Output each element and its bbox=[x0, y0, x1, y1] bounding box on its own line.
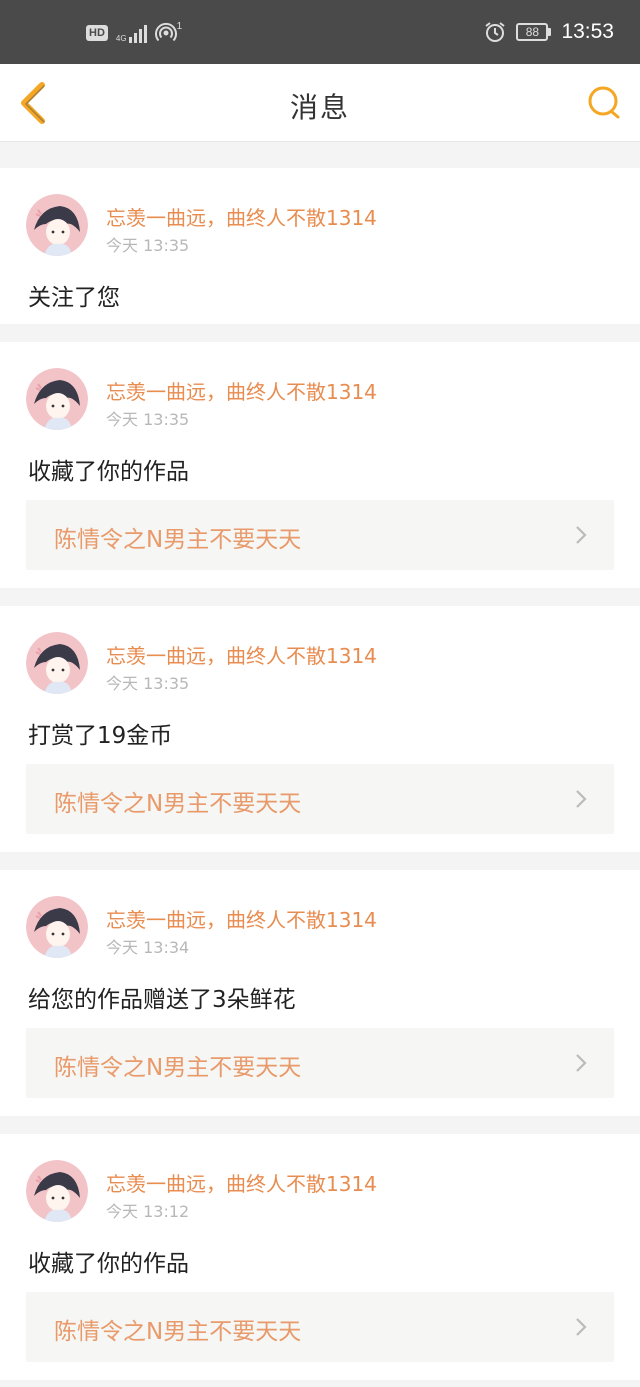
alarm-icon bbox=[485, 22, 506, 42]
status-clock: 13:53 bbox=[561, 20, 614, 43]
work-title: 陈情令之N男主不要天天 bbox=[54, 1319, 302, 1345]
message-card: 忘羡一曲远，曲终人不散1314 今天 13:12 收藏了你的作品 陈情令之N男主… bbox=[0, 1134, 640, 1380]
sender-name[interactable]: 忘羡一曲远，曲终人不散1314 bbox=[106, 1168, 377, 1197]
hd-badge: HD bbox=[86, 25, 108, 41]
chevron-right-icon bbox=[576, 1318, 587, 1336]
search-icon bbox=[588, 86, 620, 119]
message-time: 今天 13:35 bbox=[106, 236, 190, 255]
avatar[interactable] bbox=[26, 194, 88, 256]
message-time: 今天 13:12 bbox=[106, 1202, 190, 1221]
work-title: 陈情令之N男主不要天天 bbox=[54, 1055, 302, 1081]
battery-level: 88 bbox=[516, 23, 549, 41]
nav-header: 消息 bbox=[0, 64, 640, 142]
page-title: 消息 bbox=[289, 91, 350, 124]
hotspot-count: 1 bbox=[176, 20, 183, 32]
message-text: 收藏了你的作品 bbox=[28, 1251, 189, 1277]
avatar[interactable] bbox=[26, 368, 88, 430]
network-type-label: 4G bbox=[115, 34, 127, 43]
avatar[interactable] bbox=[26, 896, 88, 958]
work-link[interactable]: 陈情令之N男主不要天天 bbox=[26, 764, 614, 834]
battery-icon: 88 bbox=[516, 23, 552, 41]
sender-name[interactable]: 忘羡一曲远，曲终人不散1314 bbox=[106, 202, 377, 231]
work-link[interactable]: 陈情令之N男主不要天天 bbox=[26, 1028, 614, 1098]
chevron-right-icon bbox=[576, 790, 587, 808]
work-title: 陈情令之N男主不要天天 bbox=[54, 527, 302, 553]
message-card: 忘羡一曲远，曲终人不散1314 今天 13:35 关注了您 bbox=[0, 168, 640, 324]
message-text: 给您的作品赠送了3朵鲜花 bbox=[28, 987, 296, 1013]
chevron-right-icon bbox=[576, 1054, 587, 1072]
work-link[interactable]: 陈情令之N男主不要天天 bbox=[26, 500, 614, 570]
message-time: 今天 13:35 bbox=[106, 410, 190, 429]
message-time: 今天 13:35 bbox=[106, 674, 190, 693]
chevron-right-icon bbox=[576, 526, 587, 544]
sender-name[interactable]: 忘羡一曲远，曲终人不散1314 bbox=[106, 904, 377, 933]
work-link[interactable]: 陈情令之N男主不要天天 bbox=[26, 1292, 614, 1362]
sender-name[interactable]: 忘羡一曲远，曲终人不散1314 bbox=[106, 376, 377, 405]
hotspot-icon bbox=[154, 22, 177, 44]
signal-icon: 4G bbox=[116, 23, 147, 43]
status-bar-right: 88 13:53 bbox=[484, 20, 614, 44]
message-text: 打赏了19金币 bbox=[28, 723, 173, 749]
status-bar: HD 4G 1 88 13:53 bbox=[0, 0, 640, 64]
message-text: 关注了您 bbox=[28, 285, 120, 311]
message-card: 忘羡一曲远，曲终人不散1314 今天 13:34 给您的作品赠送了3朵鲜花 陈情… bbox=[0, 870, 640, 1116]
message-card: 忘羡一曲远，曲终人不散1314 今天 13:35 打赏了19金币 陈情令之N男主… bbox=[0, 606, 640, 852]
message-card: 忘羡一曲远，曲终人不散1314 今天 13:35 收藏了你的作品 陈情令之N男主… bbox=[0, 342, 640, 588]
message-text: 收藏了你的作品 bbox=[28, 459, 189, 485]
avatar[interactable] bbox=[26, 1160, 88, 1222]
sender-name[interactable]: 忘羡一曲远，曲终人不散1314 bbox=[106, 640, 377, 669]
status-bar-left: HD 4G 1 bbox=[86, 20, 183, 44]
avatar[interactable] bbox=[26, 632, 88, 694]
work-title: 陈情令之N男主不要天天 bbox=[54, 791, 302, 817]
message-time: 今天 13:34 bbox=[106, 938, 190, 957]
search-button[interactable] bbox=[586, 84, 624, 122]
